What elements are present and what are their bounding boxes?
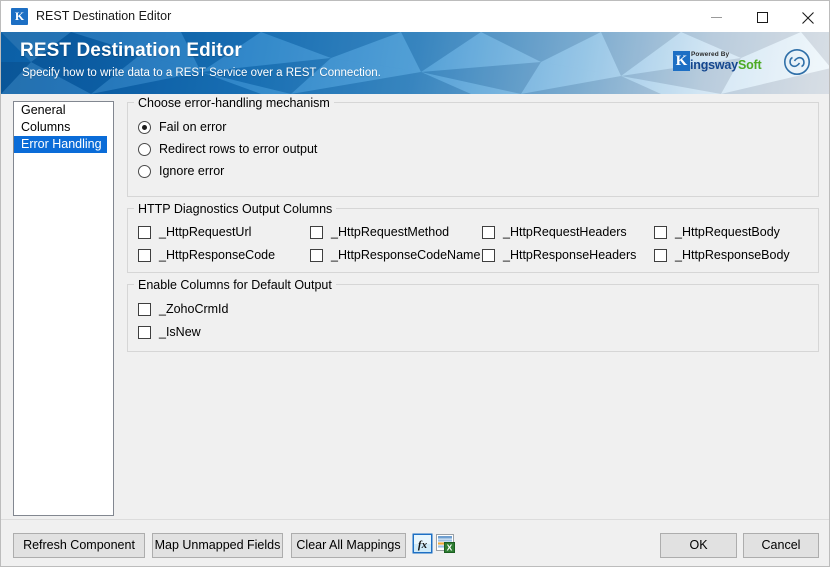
- checkbox-http-request-url[interactable]: _HttpRequestUrl: [138, 225, 251, 239]
- checkbox-label: _HttpRequestMethod: [331, 225, 449, 239]
- sidebar-item-label: General: [21, 103, 65, 117]
- checkbox-http-response-body[interactable]: _HttpResponseBody: [654, 248, 790, 262]
- checkbox-label: _HttpRequestBody: [675, 225, 780, 239]
- http-diagnostics-groupbox: HTTP Diagnostics Output Columns _HttpReq…: [127, 208, 819, 273]
- maximize-button[interactable]: [739, 1, 785, 32]
- checkbox-http-response-code-name[interactable]: _HttpResponseCodeName: [310, 248, 480, 262]
- banner-title: REST Destination Editor: [20, 40, 242, 62]
- window-titlebar: K REST Destination Editor: [1, 1, 830, 32]
- sidebar-item-label: Error Handling: [21, 137, 102, 151]
- logo-name-secondary: Soft: [738, 58, 762, 72]
- checkbox-http-request-method[interactable]: _HttpRequestMethod: [310, 225, 449, 239]
- http-diagnostics-legend: HTTP Diagnostics Output Columns: [134, 202, 336, 216]
- close-button[interactable]: [785, 1, 830, 32]
- checkbox-label: _HttpRequestHeaders: [503, 225, 627, 239]
- checkbox-label: _HttpResponseCode: [159, 248, 275, 262]
- radio-ignore-error[interactable]: Ignore error: [138, 164, 224, 178]
- checkbox-label: _HttpResponseCodeName: [331, 248, 480, 262]
- error-handling-groupbox: Choose error-handling mechanism Fail on …: [127, 102, 819, 197]
- default-output-groupbox: Enable Columns for Default Output _ZohoC…: [127, 284, 819, 352]
- window-title: REST Destination Editor: [36, 9, 171, 23]
- export-grid-icon[interactable]: X: [435, 533, 456, 554]
- sidebar-item-columns[interactable]: Columns: [14, 119, 113, 136]
- checkbox-label: _HttpRequestUrl: [159, 225, 251, 239]
- svg-text:X: X: [447, 543, 453, 553]
- svg-text:fx: fx: [418, 539, 428, 551]
- checkbox-icon[interactable]: [138, 226, 151, 239]
- checkbox-http-request-body[interactable]: _HttpRequestBody: [654, 225, 780, 239]
- radio-redirect-rows[interactable]: Redirect rows to error output: [138, 142, 317, 156]
- footer-toolbar: Refresh Component Map Unmapped Fields Cl…: [1, 520, 829, 566]
- checkbox-icon[interactable]: [482, 249, 495, 262]
- radio-button-icon[interactable]: [138, 165, 151, 178]
- banner-subtitle: Specify how to write data to a REST Serv…: [22, 67, 381, 79]
- checkbox-label: _HttpResponseBody: [675, 248, 790, 262]
- checkbox-icon[interactable]: [654, 249, 667, 262]
- radio-label: Fail on error: [159, 120, 226, 134]
- checkbox-icon[interactable]: [138, 303, 151, 316]
- checkbox-label: _ZohoCrmId: [159, 302, 228, 316]
- checkbox-label: _IsNew: [159, 325, 201, 339]
- sidebar-item-general[interactable]: General: [14, 102, 113, 119]
- checkbox-http-response-code[interactable]: _HttpResponseCode: [138, 248, 275, 262]
- radio-button-icon[interactable]: [138, 143, 151, 156]
- app-icon: K: [11, 8, 28, 25]
- checkbox-label: _HttpResponseHeaders: [503, 248, 636, 262]
- map-unmapped-fields-button[interactable]: Map Unmapped Fields: [152, 533, 283, 558]
- checkbox-icon[interactable]: [654, 226, 667, 239]
- refresh-component-button[interactable]: Refresh Component: [13, 533, 145, 558]
- checkbox-icon[interactable]: [482, 226, 495, 239]
- content-area: General Columns Error Handling Choose er…: [1, 94, 829, 519]
- checkbox-icon[interactable]: [310, 249, 323, 262]
- checkbox-is-new[interactable]: _IsNew: [138, 325, 201, 339]
- radio-fail-on-error[interactable]: Fail on error: [138, 120, 226, 134]
- fx-expression-icon[interactable]: fx: [412, 533, 433, 554]
- checkbox-zoho-crm-id[interactable]: _ZohoCrmId: [138, 302, 228, 316]
- clear-all-mappings-button[interactable]: Clear All Mappings: [291, 533, 406, 558]
- logo-name-primary: ingsway: [690, 58, 738, 72]
- ok-button[interactable]: OK: [660, 533, 737, 558]
- kingswaysoft-logo: K Powered By ingswaySoft: [673, 51, 761, 75]
- cancel-button[interactable]: Cancel: [743, 533, 819, 558]
- minimize-button[interactable]: [693, 1, 739, 32]
- checkbox-icon[interactable]: [138, 249, 151, 262]
- checkbox-icon[interactable]: [138, 326, 151, 339]
- radio-label: Redirect rows to error output: [159, 142, 317, 156]
- radio-label: Ignore error: [159, 164, 224, 178]
- page-navigation-list[interactable]: General Columns Error Handling: [13, 101, 114, 516]
- checkbox-http-response-headers[interactable]: _HttpResponseHeaders: [482, 248, 636, 262]
- checkbox-icon[interactable]: [310, 226, 323, 239]
- error-handling-legend: Choose error-handling mechanism: [134, 96, 334, 110]
- rest-destination-editor-window: K REST Destination Editor: [0, 0, 830, 567]
- checkbox-http-request-headers[interactable]: _HttpRequestHeaders: [482, 225, 627, 239]
- chain-link-icon: [782, 48, 812, 76]
- sidebar-item-label: Columns: [21, 120, 70, 134]
- default-output-legend: Enable Columns for Default Output: [134, 278, 336, 292]
- radio-button-icon[interactable]: [138, 121, 151, 134]
- kingswaysoft-k-icon: K: [673, 51, 690, 71]
- sidebar-item-error-handling[interactable]: Error Handling: [14, 136, 107, 153]
